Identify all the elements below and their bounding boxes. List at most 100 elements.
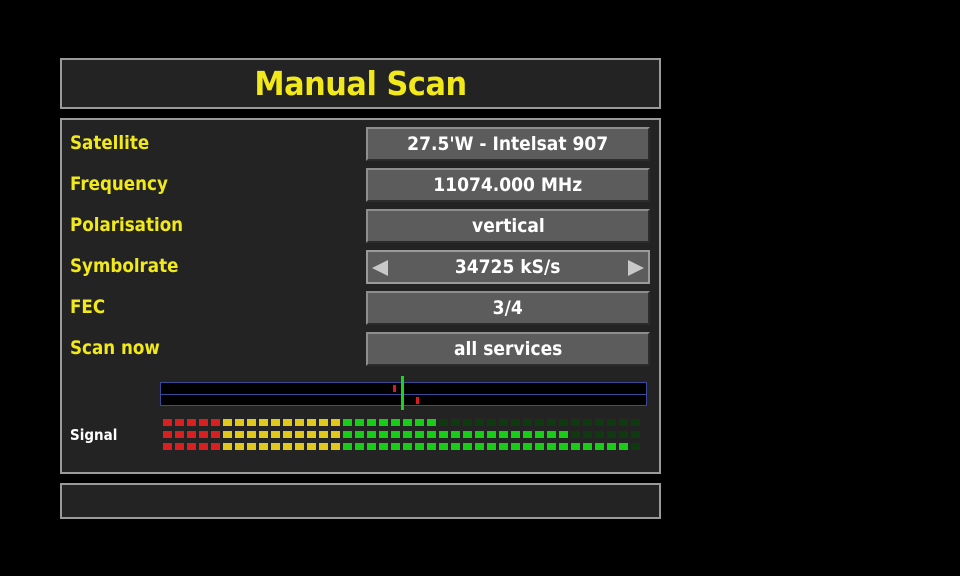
signal-segment [499, 419, 508, 426]
signal-segment [199, 443, 208, 450]
signal-segment [391, 419, 400, 426]
settings-panel: Satellite 27.5'W - Intelsat 907 Frequenc… [60, 118, 661, 474]
signal-segment [211, 419, 220, 426]
signal-segment [319, 443, 328, 450]
signal-segment [511, 419, 520, 426]
signal-segment [211, 443, 220, 450]
signal-segment [631, 431, 640, 438]
signal-segment [595, 431, 604, 438]
signal-segment [427, 431, 436, 438]
signal-segment [475, 431, 484, 438]
frequency-label: Frequency [70, 173, 168, 195]
signal-segment [403, 443, 412, 450]
signal-segment [367, 419, 376, 426]
polarisation-label: Polarisation [70, 214, 184, 236]
signal-segment [295, 431, 304, 438]
signal-segment [319, 431, 328, 438]
signal-segment [415, 419, 424, 426]
signal-segment [535, 419, 544, 426]
signal-segment [535, 431, 544, 438]
symbolrate-label: Symbolrate [70, 255, 179, 277]
signal-segment [331, 443, 340, 450]
signal-segment [187, 431, 196, 438]
signal-segment [415, 431, 424, 438]
tuner-indicator [160, 376, 647, 410]
signal-segment [367, 443, 376, 450]
signal-segment [523, 443, 532, 450]
signal-segment [463, 431, 472, 438]
satellite-value: 27.5'W - Intelsat 907 [407, 133, 609, 155]
signal-segment [499, 431, 508, 438]
signal-segment [463, 443, 472, 450]
signal-segment [247, 431, 256, 438]
satellite-field[interactable]: 27.5'W - Intelsat 907 [366, 127, 650, 161]
signal-segment [475, 443, 484, 450]
signal-segment [427, 419, 436, 426]
symbolrate-field[interactable]: 34725 kS/s [366, 250, 650, 284]
scan-now-label: Scan now [70, 337, 160, 359]
signal-segment [379, 419, 388, 426]
signal-segment [259, 443, 268, 450]
signal-segment [247, 419, 256, 426]
scan-now-field[interactable]: all services [366, 332, 650, 366]
signal-segment [271, 443, 280, 450]
signal-segment [571, 431, 580, 438]
signal-segment [487, 443, 496, 450]
signal-segment [283, 419, 292, 426]
signal-label: Signal [70, 426, 118, 444]
signal-segment [223, 431, 232, 438]
tuner-marker-lower [416, 397, 419, 404]
signal-segment [235, 419, 244, 426]
signal-segment [403, 431, 412, 438]
symbolrate-value: 34725 kS/s [455, 256, 561, 278]
fec-field[interactable]: 3/4 [366, 291, 650, 325]
frequency-field[interactable]: 11074.000 MHz [366, 168, 650, 202]
signal-segment [403, 419, 412, 426]
frequency-value: 11074.000 MHz [433, 174, 583, 196]
signal-segment [571, 443, 580, 450]
signal-segment [355, 419, 364, 426]
signal-meter-row [163, 419, 640, 426]
scan-now-value: all services [453, 338, 563, 360]
arrow-left-icon[interactable] [372, 260, 388, 276]
signal-segment [331, 431, 340, 438]
signal-segment [175, 443, 184, 450]
signal-segment [295, 443, 304, 450]
signal-meters [163, 419, 640, 450]
arrow-right-icon[interactable] [628, 260, 644, 276]
tuner-marker-upper [393, 385, 396, 392]
signal-segment [631, 419, 640, 426]
signal-segment [235, 431, 244, 438]
signal-segment [619, 443, 628, 450]
signal-segment [343, 419, 352, 426]
signal-segment [487, 419, 496, 426]
signal-segment [619, 419, 628, 426]
signal-segment [259, 419, 268, 426]
signal-segment [451, 443, 460, 450]
signal-segment [331, 419, 340, 426]
signal-segment [307, 431, 316, 438]
signal-segment [187, 419, 196, 426]
signal-segment [271, 419, 280, 426]
signal-segment [163, 431, 172, 438]
signal-segment [199, 431, 208, 438]
signal-segment [283, 431, 292, 438]
signal-segment [391, 431, 400, 438]
signal-segment [511, 443, 520, 450]
polarisation-field[interactable]: vertical [366, 209, 650, 243]
signal-segment [439, 419, 448, 426]
signal-segment [523, 431, 532, 438]
signal-segment [175, 419, 184, 426]
signal-segment [607, 419, 616, 426]
signal-segment [271, 431, 280, 438]
signal-segment [367, 431, 376, 438]
signal-segment [547, 443, 556, 450]
signal-segment [583, 431, 592, 438]
signal-segment [607, 443, 616, 450]
signal-segment [283, 443, 292, 450]
signal-segment [187, 443, 196, 450]
signal-segment [559, 443, 568, 450]
footer-panel [60, 483, 661, 519]
fec-value: 3/4 [492, 297, 524, 319]
signal-segment [487, 431, 496, 438]
